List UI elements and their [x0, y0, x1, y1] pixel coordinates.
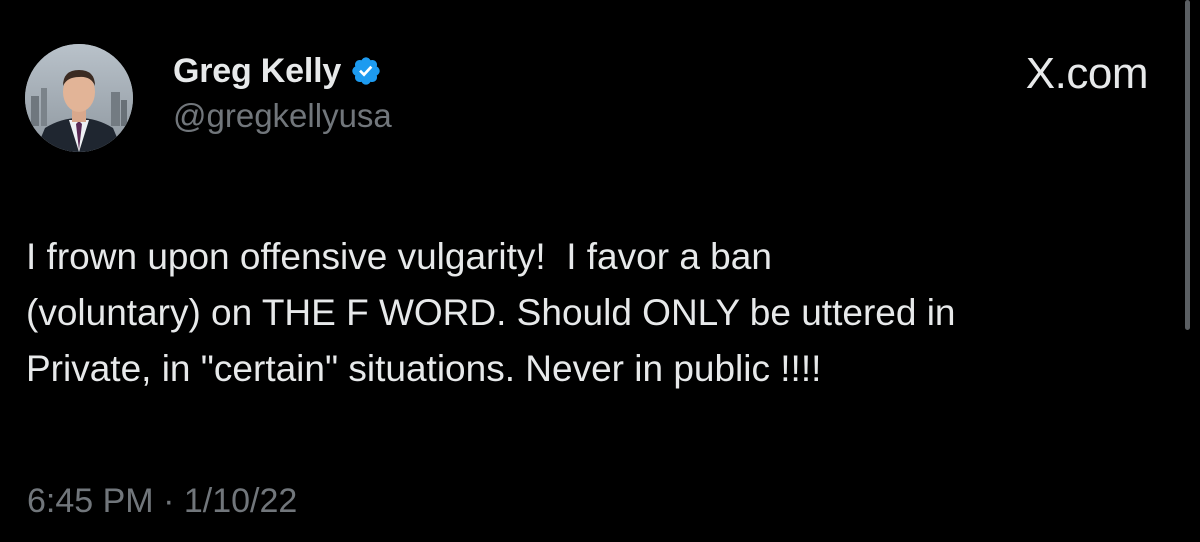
avatar[interactable] [25, 44, 133, 152]
author-handle[interactable]: @gregkellyusa [173, 97, 392, 135]
profile-photo-icon [25, 44, 133, 152]
tweet-text: I frown upon offensive vulgarity! I favo… [26, 236, 956, 389]
name-row: Greg Kelly [173, 50, 392, 92]
scrollbar[interactable] [1185, 0, 1190, 330]
verified-badge-icon [350, 55, 382, 87]
x-brand-logo: X.com [1025, 49, 1149, 98]
author-display-name[interactable]: Greg Kelly [173, 52, 341, 91]
author-block: Greg Kelly @gregkellyusa [173, 50, 392, 135]
tweet-timestamp[interactable]: 6:45 PM · 1/10/22 [27, 482, 297, 521]
